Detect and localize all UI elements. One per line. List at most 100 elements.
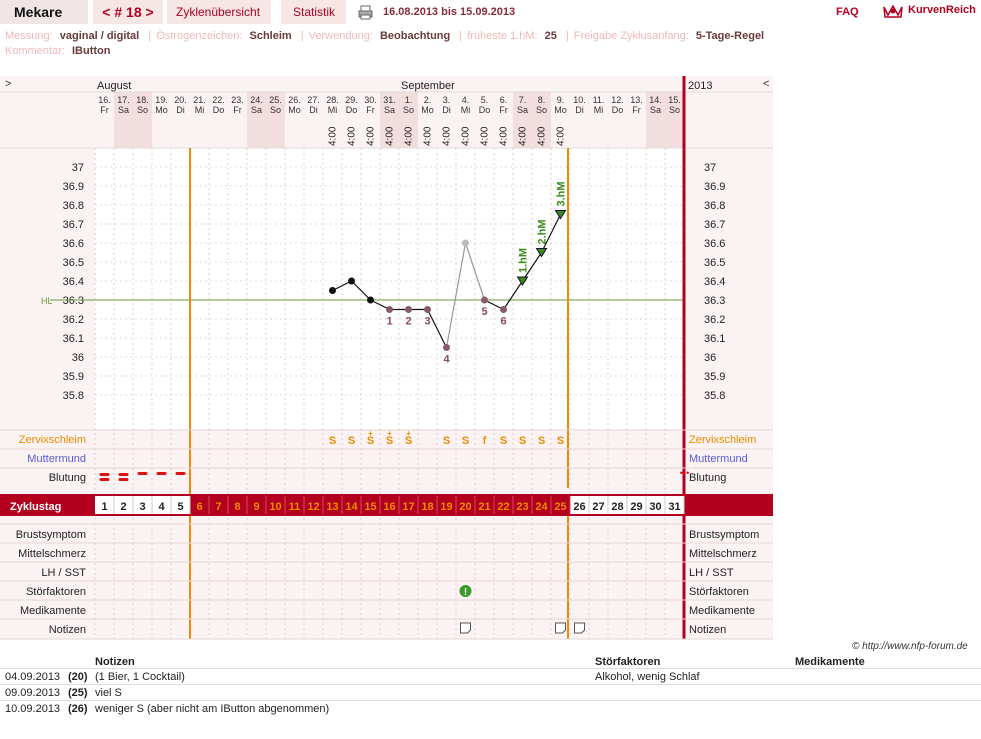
- bleeding-light: [156, 472, 167, 475]
- low-number-label: 4: [443, 354, 450, 366]
- temp-axis-label: 36.7: [704, 219, 725, 231]
- cycle-day-number: 1: [101, 501, 107, 513]
- temp-axis-label: 36.7: [63, 219, 84, 231]
- weekday-label: So: [669, 105, 680, 115]
- note-text: weniger S (aber nicht am IButton abgenom…: [95, 703, 330, 715]
- date-label: 15.: [668, 95, 681, 105]
- temperature-point: [481, 296, 488, 304]
- cycle-day-number: 14: [345, 501, 358, 513]
- notes-header: Notizen: [95, 656, 135, 668]
- weekday-label: Mi: [328, 105, 338, 115]
- cycle-day-number: 18: [421, 501, 433, 513]
- temperature-area: [95, 148, 684, 430]
- mucus-entry: f: [483, 435, 487, 447]
- date-label: 23.: [231, 95, 244, 105]
- time-label: 4:00: [442, 126, 453, 146]
- nav-left-button[interactable]: >: [5, 78, 11, 90]
- table-row: 10.09.2013 (26) weniger S (aber nicht am…: [0, 701, 981, 717]
- temperature-point: [348, 277, 355, 285]
- hl-label: HL: [41, 296, 53, 306]
- weekday-label: Mi: [461, 105, 471, 115]
- cycle-day-number: 20: [459, 501, 471, 513]
- weekday-label: So: [403, 105, 414, 115]
- temperature-point: [405, 306, 412, 313]
- date-label: 5.: [481, 95, 489, 105]
- cycle-day-number: 2: [120, 501, 126, 513]
- note-text: viel S: [95, 687, 122, 699]
- date-label: 29.: [345, 95, 358, 105]
- row-label: Muttermund: [27, 453, 86, 465]
- date-label: 9.: [557, 95, 565, 105]
- month-label: September: [401, 80, 455, 92]
- temp-axis-label: 35.9: [63, 371, 84, 383]
- weekday-label: Mo: [155, 105, 168, 115]
- temperature-point: [329, 287, 336, 294]
- cycle-day-number: 8: [234, 501, 240, 513]
- cycle-day-number: 4: [158, 501, 165, 513]
- row-label: Blutung: [49, 472, 86, 484]
- row-label: Brustsymptom: [689, 529, 759, 541]
- weekday-label: Do: [213, 105, 225, 115]
- bleeding-heavy: [99, 473, 110, 476]
- time-label: 4:00: [404, 126, 415, 146]
- cycle-day-number: 19: [440, 501, 452, 513]
- cycle-day-number: 15: [364, 501, 376, 513]
- year-label: 2013: [688, 80, 712, 92]
- mucus-entry: S: [538, 435, 545, 447]
- credit: © http://www.nfp-forum.de: [852, 641, 968, 652]
- cycle-day-number: 12: [307, 501, 319, 513]
- temp-axis-label: 36.4: [704, 276, 725, 288]
- disturbances-header: Störfaktoren: [595, 656, 661, 668]
- row-label: Brustsymptom: [16, 529, 86, 541]
- date-label: 12.: [611, 95, 624, 105]
- time-label: 4:00: [480, 126, 491, 146]
- cycle-day-number: 28: [611, 501, 623, 513]
- temperature-point: [424, 306, 431, 313]
- row-label: Störfaktoren: [689, 586, 749, 598]
- cycle-day-number: 5: [177, 501, 183, 513]
- time-label: 4:00: [461, 126, 472, 146]
- nav-right-button[interactable]: <: [763, 78, 769, 90]
- temperature-point: [386, 306, 393, 313]
- cycle-day-number: 7: [215, 501, 221, 513]
- mucus-entry: S: [329, 435, 336, 447]
- table-row: 04.09.2013 (20) (1 Bier, 1 Cocktail) Alk…: [0, 669, 981, 685]
- cycle-day-number: 26: [573, 501, 585, 513]
- weekday-label: Mo: [421, 105, 434, 115]
- temp-axis-label: 36.5: [704, 257, 725, 269]
- cycle-day-number: 27: [592, 501, 604, 513]
- bleeding-light: [137, 472, 148, 475]
- date-label: 14.: [649, 95, 662, 105]
- weekday-label: Do: [479, 105, 491, 115]
- note-icon[interactable]: [574, 622, 585, 634]
- weekday-label: Do: [612, 105, 624, 115]
- mucus-entry: S: [557, 435, 564, 447]
- weekday-label: So: [536, 105, 547, 115]
- date-label: 6.: [500, 95, 508, 105]
- weekday-label: Fr: [366, 105, 375, 115]
- weekday-label: Mo: [288, 105, 301, 115]
- mucus-plus: +: [406, 429, 411, 438]
- medications-header: Medikamente: [795, 656, 865, 668]
- note-icon[interactable]: [460, 622, 471, 634]
- note-date: 09.09.2013: [5, 687, 61, 699]
- temp-axis-label: 36.8: [63, 200, 84, 212]
- date-label: 1.: [405, 95, 413, 105]
- bleeding-heavy: [99, 478, 110, 481]
- date-label: 4.: [462, 95, 470, 105]
- low-number-label: 2: [405, 316, 411, 328]
- weekday-label: Mi: [594, 105, 604, 115]
- note-icon[interactable]: [555, 622, 566, 634]
- row-label: LH / SST: [41, 567, 86, 579]
- temp-axis-label: 36: [704, 352, 716, 364]
- date-label: 3.: [443, 95, 451, 105]
- weekday-label: Fr: [499, 105, 508, 115]
- date-label: 27.: [307, 95, 320, 105]
- time-label: 4:00: [556, 126, 567, 146]
- temp-axis-label: 36.1: [63, 333, 84, 345]
- mucus-entry: S: [519, 435, 526, 447]
- weekday-label: Di: [309, 105, 318, 115]
- date-label: 22.: [212, 95, 225, 105]
- cycle-day-number: 31: [668, 501, 680, 513]
- bleeding-spotting: •••: [680, 468, 689, 478]
